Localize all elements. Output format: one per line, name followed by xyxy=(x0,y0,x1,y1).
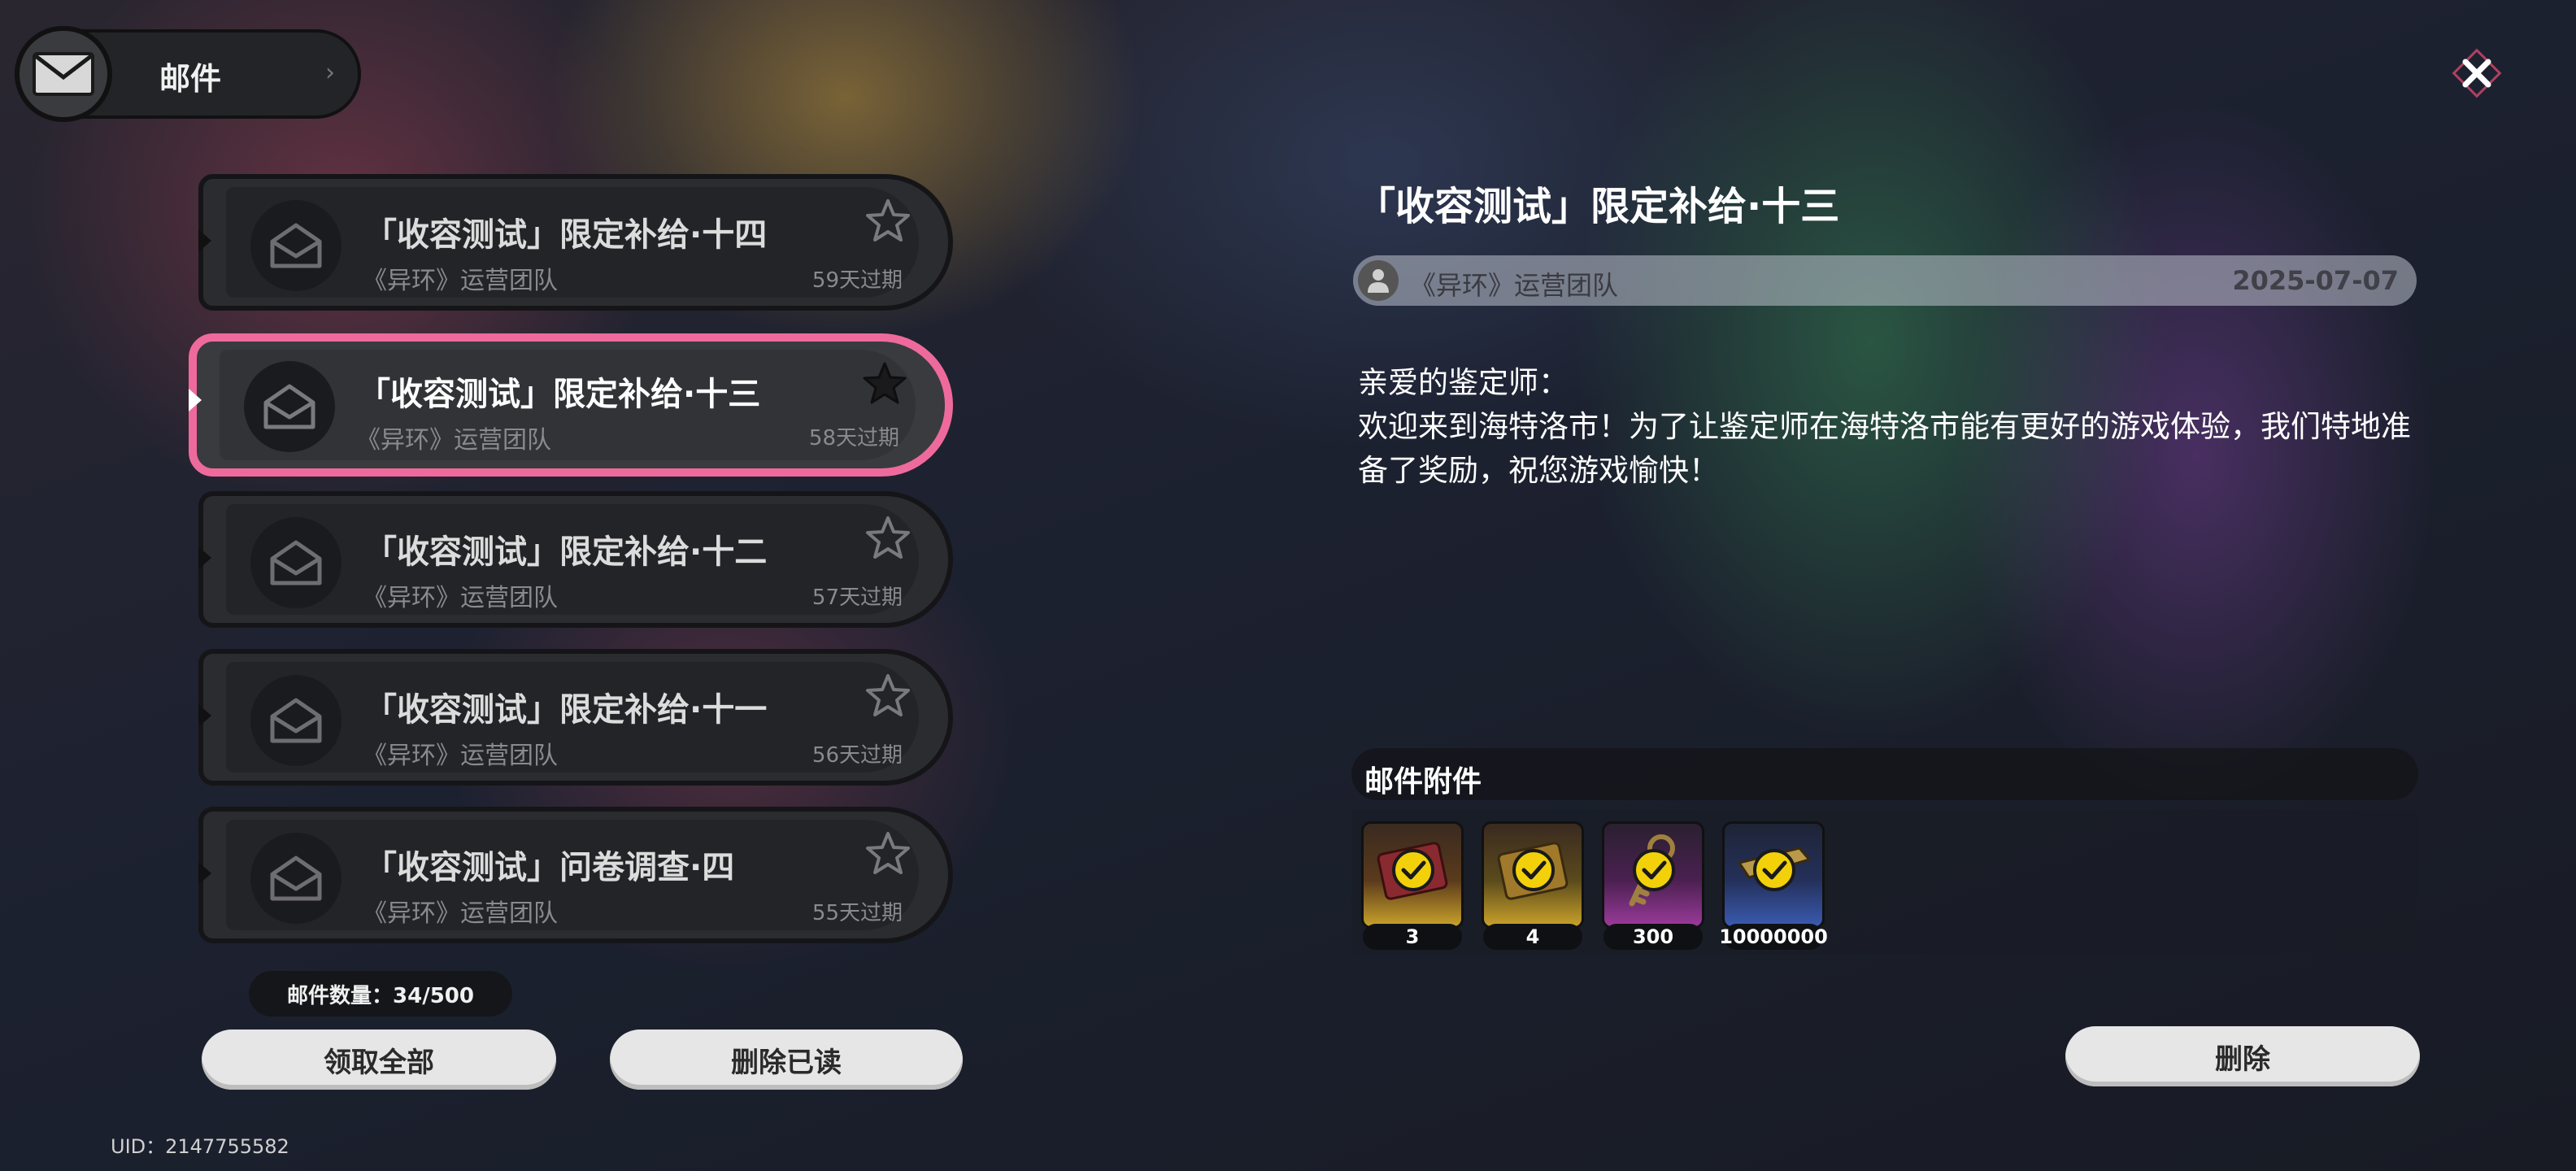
mail-sender: 《异环》运营团队 xyxy=(356,426,551,455)
detail-date: 2025-07-07 xyxy=(2232,265,2399,296)
mail-body-text: 欢迎来到海特洛市！为了让鉴定师在海特洛市能有更好的游戏体验，我们特地准备了奖励，… xyxy=(1358,409,2411,488)
attachment-item[interactable]: 3 xyxy=(1361,821,1464,950)
attachments-label: 邮件附件 xyxy=(1364,765,1482,799)
claim-all-button[interactable]: 领取全部 xyxy=(202,1030,556,1090)
mail-count-badge: 邮件数量：34/500 xyxy=(249,971,512,1016)
star-icon[interactable] xyxy=(864,829,912,878)
detail-sender: 《异环》运营团队 xyxy=(1410,270,1619,301)
mail-sender: 《异环》运营团队 xyxy=(363,267,558,295)
envelope-open-icon xyxy=(250,200,342,291)
page-title: 邮件 xyxy=(159,61,222,97)
check-icon xyxy=(1512,849,1555,891)
attachment-quantity: 3 xyxy=(1363,924,1462,950)
envelope-open-icon xyxy=(244,361,335,452)
mail-expiry: 56天过期 xyxy=(812,743,903,768)
close-icon xyxy=(2452,48,2502,98)
mail-icon xyxy=(15,26,112,122)
mail-expiry: 58天过期 xyxy=(808,426,899,451)
attachment-quantity: 10000000 xyxy=(1719,924,1828,950)
mail-sender: 《异环》运营团队 xyxy=(363,742,558,770)
mail-expiry: 55天过期 xyxy=(812,901,903,925)
sender-bar: 《异环》运营团队 2025-07-07 xyxy=(1353,255,2417,306)
attachment-quantity: 4 xyxy=(1483,924,1582,950)
mail-body: 亲爱的鉴定师： 欢迎来到海特洛市！为了让鉴定师在海特洛市能有更好的游戏体验，我们… xyxy=(1358,361,2431,493)
mail-list-item[interactable]: 「收容测试」限定补给·十四 《异环》运营团队 59天过期 xyxy=(198,174,953,311)
attachment-item[interactable]: 300 xyxy=(1602,821,1704,950)
mail-list-item[interactable]: 「收容测试」限定补给·十二 《异环》运营团队 57天过期 xyxy=(198,491,953,628)
mail-sender: 《异环》运营团队 xyxy=(363,584,558,612)
mail-list-item[interactable]: 「收容测试」问卷调查·四 《异环》运营团队 55天过期 xyxy=(198,807,953,943)
chevron-right-icon: › xyxy=(325,59,335,87)
envelope-open-icon xyxy=(250,517,342,608)
mail-title: 「收容测试」限定补给·十四 xyxy=(364,216,768,254)
mail-detail-title: 「收容测试」限定补给·十三 xyxy=(1356,184,1840,229)
star-icon[interactable] xyxy=(864,672,912,720)
envelope-open-icon xyxy=(250,833,342,924)
check-icon xyxy=(1633,849,1675,891)
delete-button[interactable]: 删除 xyxy=(2065,1026,2420,1086)
uid-label: UID：2147755582 xyxy=(111,1135,289,1158)
mail-title: 「收容测试」问卷调查·四 xyxy=(364,849,735,886)
envelope-open-icon xyxy=(250,675,342,766)
star-icon[interactable] xyxy=(864,514,912,563)
mail-expiry: 57天过期 xyxy=(812,586,903,610)
mail-expiry: 59天过期 xyxy=(812,268,903,293)
user-avatar-icon xyxy=(1358,260,1399,301)
mail-greeting: 亲爱的鉴定师： xyxy=(1358,365,1569,400)
mail-list-item[interactable]: 「收容测试」限定补给·十一 《异环》运营团队 56天过期 xyxy=(198,649,953,786)
attachment-item[interactable]: 4 xyxy=(1482,821,1584,950)
attachments-header: 邮件附件 xyxy=(1351,748,2418,800)
delete-read-button[interactable]: 删除已读 xyxy=(610,1030,963,1090)
mail-sender: 《异环》运营团队 xyxy=(363,899,558,928)
mail-title: 「收容测试」限定补给·十一 xyxy=(364,691,768,729)
mail-title: 「收容测试」限定补给·十三 xyxy=(358,376,761,413)
check-icon xyxy=(1753,849,1795,891)
mail-title: 「收容测试」限定补给·十二 xyxy=(364,533,768,571)
star-icon[interactable] xyxy=(864,197,912,246)
attachment-item[interactable]: 10000000 xyxy=(1719,821,1828,950)
attachment-quantity: 300 xyxy=(1603,924,1703,950)
mail-list-item-selected[interactable]: 「收容测试」限定补给·十三 《异环》运营团队 58天过期 xyxy=(189,333,953,477)
close-button[interactable] xyxy=(2444,41,2509,106)
star-filled-icon[interactable] xyxy=(860,359,909,408)
check-icon xyxy=(1392,849,1434,891)
